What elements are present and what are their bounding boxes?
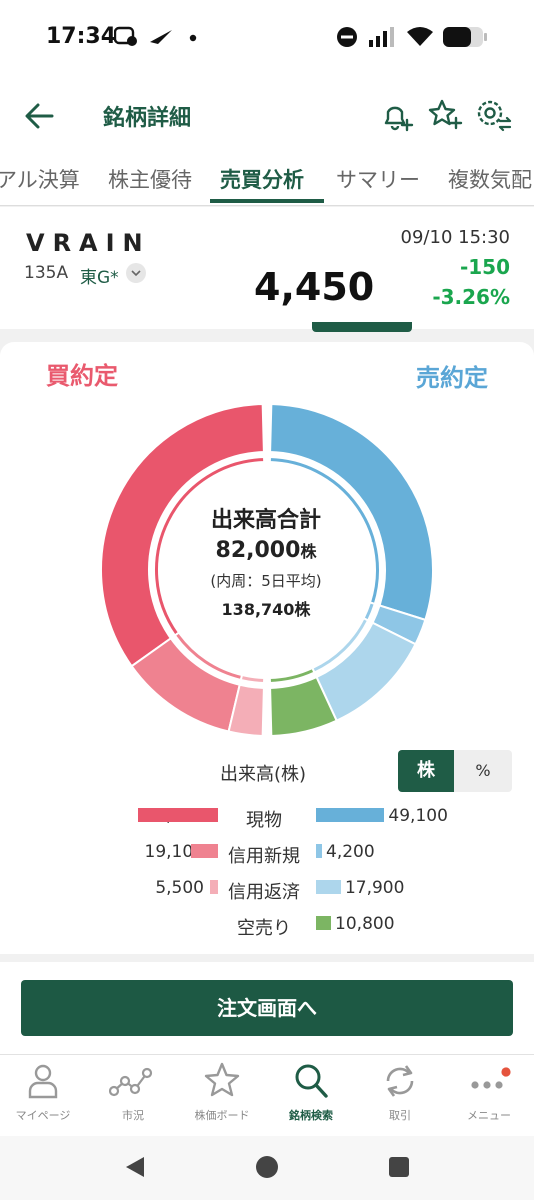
stock-change-percent: -3.26%: [432, 285, 510, 309]
system-back-icon[interactable]: [122, 1154, 148, 1180]
nav-label: マイページ: [15, 1109, 71, 1122]
star-icon: [204, 1062, 240, 1097]
nav-label: メニュー: [467, 1109, 511, 1122]
donut-center-total: 82,000株: [166, 538, 366, 563]
nav-label: 取引: [389, 1109, 411, 1122]
trade-analysis-card: 買約定 売約定 出来高合計 82,000株 (内周：5日平均) 138,740株…: [0, 342, 534, 954]
order-screen-button[interactable]: 注文画面へ: [21, 980, 513, 1036]
system-recents-icon[interactable]: [386, 1154, 412, 1180]
bottom-nav: マイページ 市況 株価ボード 銘柄検索 取引 メニュー: [0, 1054, 534, 1136]
volume-title: 出来高(株): [220, 764, 307, 785]
stock-price: 4,450: [254, 265, 375, 309]
average-unit: 株: [294, 600, 311, 619]
legend-row-margin-new: 19,100 信用新規 4,200: [0, 840, 534, 867]
dot-icon: [189, 34, 197, 42]
legend-sell-value: 49,100: [388, 806, 448, 826]
bell-add-icon[interactable]: [378, 96, 416, 134]
tab-real-settlement[interactable]: アル決算: [0, 164, 80, 194]
send-icon: [150, 30, 172, 44]
unit-toggle: 株 %: [398, 750, 512, 792]
donut-center-note: (内周：5日平均): [210, 572, 322, 590]
tab-shareholder-benefits[interactable]: 株主優待: [108, 164, 192, 194]
nav-label: 銘柄検索: [289, 1109, 333, 1122]
sell-label: 売約定: [416, 364, 488, 392]
status-time: 17:34: [46, 24, 117, 49]
system-nav-bar: [0, 1136, 534, 1200]
app-header: 銘柄詳細: [0, 76, 534, 156]
stock-code: 135A: [24, 263, 69, 283]
nav-menu[interactable]: メニュー: [444, 1061, 534, 1123]
tab-summary[interactable]: サマリー: [336, 164, 420, 194]
wifi-icon: [407, 27, 433, 46]
page-title: 銘柄詳細: [103, 106, 192, 131]
search-icon: [295, 1064, 328, 1098]
buy-margin-repay-avg-segment: [239, 673, 266, 684]
stock-change: -150: [459, 255, 510, 279]
person-icon: [28, 1064, 58, 1099]
legend-sell-bar: [316, 916, 332, 930]
average-volume: 138,740: [221, 600, 295, 619]
buy-label: 買約定: [46, 362, 118, 390]
legend-sell-bar: [316, 844, 322, 858]
donut-center-title: 出来高合計: [210, 508, 321, 533]
legend-buy-bar: [138, 808, 218, 822]
tab-trade-analysis[interactable]: 売買分析: [220, 164, 304, 194]
stock-datetime: 09/10 15:30: [400, 227, 510, 248]
stock-info: VRAIN 135A 東G* 4,450 09/10 15:30 -150 -3…: [0, 207, 534, 329]
legend-buy-value: 5,500: [155, 878, 204, 898]
refresh-icon: [386, 1065, 414, 1097]
sheet-handle[interactable]: [312, 322, 412, 332]
market-chart-icon: [109, 1067, 153, 1097]
nav-label: 株価ボード: [194, 1109, 250, 1122]
tab-bar: アル決算 株主優待 売買分析 サマリー 複数気配: [0, 156, 534, 206]
tab-indicator: [210, 199, 324, 203]
nav-mypage[interactable]: マイページ: [0, 1061, 88, 1123]
battery-icon: [443, 27, 487, 47]
legend-sell-value: 4,200: [326, 842, 375, 862]
signal-icon: [369, 27, 394, 47]
do-not-disturb-icon: [337, 27, 357, 47]
star-add-icon[interactable]: [426, 96, 464, 134]
chevron-down-icon[interactable]: [126, 263, 146, 283]
more-dots-icon: [471, 1067, 511, 1089]
legend-category: 空売り: [237, 918, 291, 939]
unit-shares-button[interactable]: 株: [398, 750, 454, 792]
nav-trade[interactable]: 取引: [355, 1061, 445, 1123]
tab-multi-quotes[interactable]: 複数気配: [448, 164, 532, 194]
legend-sell-bar: [316, 880, 341, 894]
nav-stock-search[interactable]: 銘柄検索: [266, 1061, 356, 1123]
order-area: 注文画面へ: [0, 962, 534, 1054]
legend-category: 信用返済: [228, 882, 300, 903]
stock-name: VRAIN: [26, 229, 151, 257]
nav-market[interactable]: 市況: [88, 1061, 178, 1123]
total-volume: 82,000: [215, 538, 301, 563]
notification-icon: [114, 26, 137, 46]
nav-stock-board[interactable]: 株価ボード: [177, 1061, 267, 1123]
unit-percent-button[interactable]: %: [454, 750, 512, 792]
stock-market[interactable]: 東G*: [80, 263, 119, 288]
legend-sell-value: 17,900: [344, 878, 405, 898]
total-unit: 株: [300, 542, 317, 561]
legend-category: 信用新規: [228, 846, 300, 867]
status-bar: 17:34: [0, 0, 534, 76]
notification-badge: [501, 1067, 511, 1077]
nav-label: 市況: [122, 1109, 144, 1122]
legend-row-short-sell: 空売り 10,800: [0, 912, 534, 939]
legend-row-margin-repay: 5,500 信用返済 17,900: [0, 876, 534, 903]
settings-sort-icon[interactable]: [474, 96, 512, 134]
buy-cash-segment: [101, 404, 265, 668]
donut-center-average: 138,740株: [166, 596, 366, 620]
legend-category: 現物: [246, 810, 282, 831]
back-arrow-icon[interactable]: [22, 98, 58, 134]
legend-sell-value: 10,800: [335, 914, 395, 934]
system-home-icon[interactable]: [254, 1154, 280, 1180]
sell-margin-repay-segment: [315, 621, 417, 723]
legend-sell-bar: [316, 808, 385, 822]
legend-row-cash: 57,400 現物 49,100: [0, 804, 534, 831]
